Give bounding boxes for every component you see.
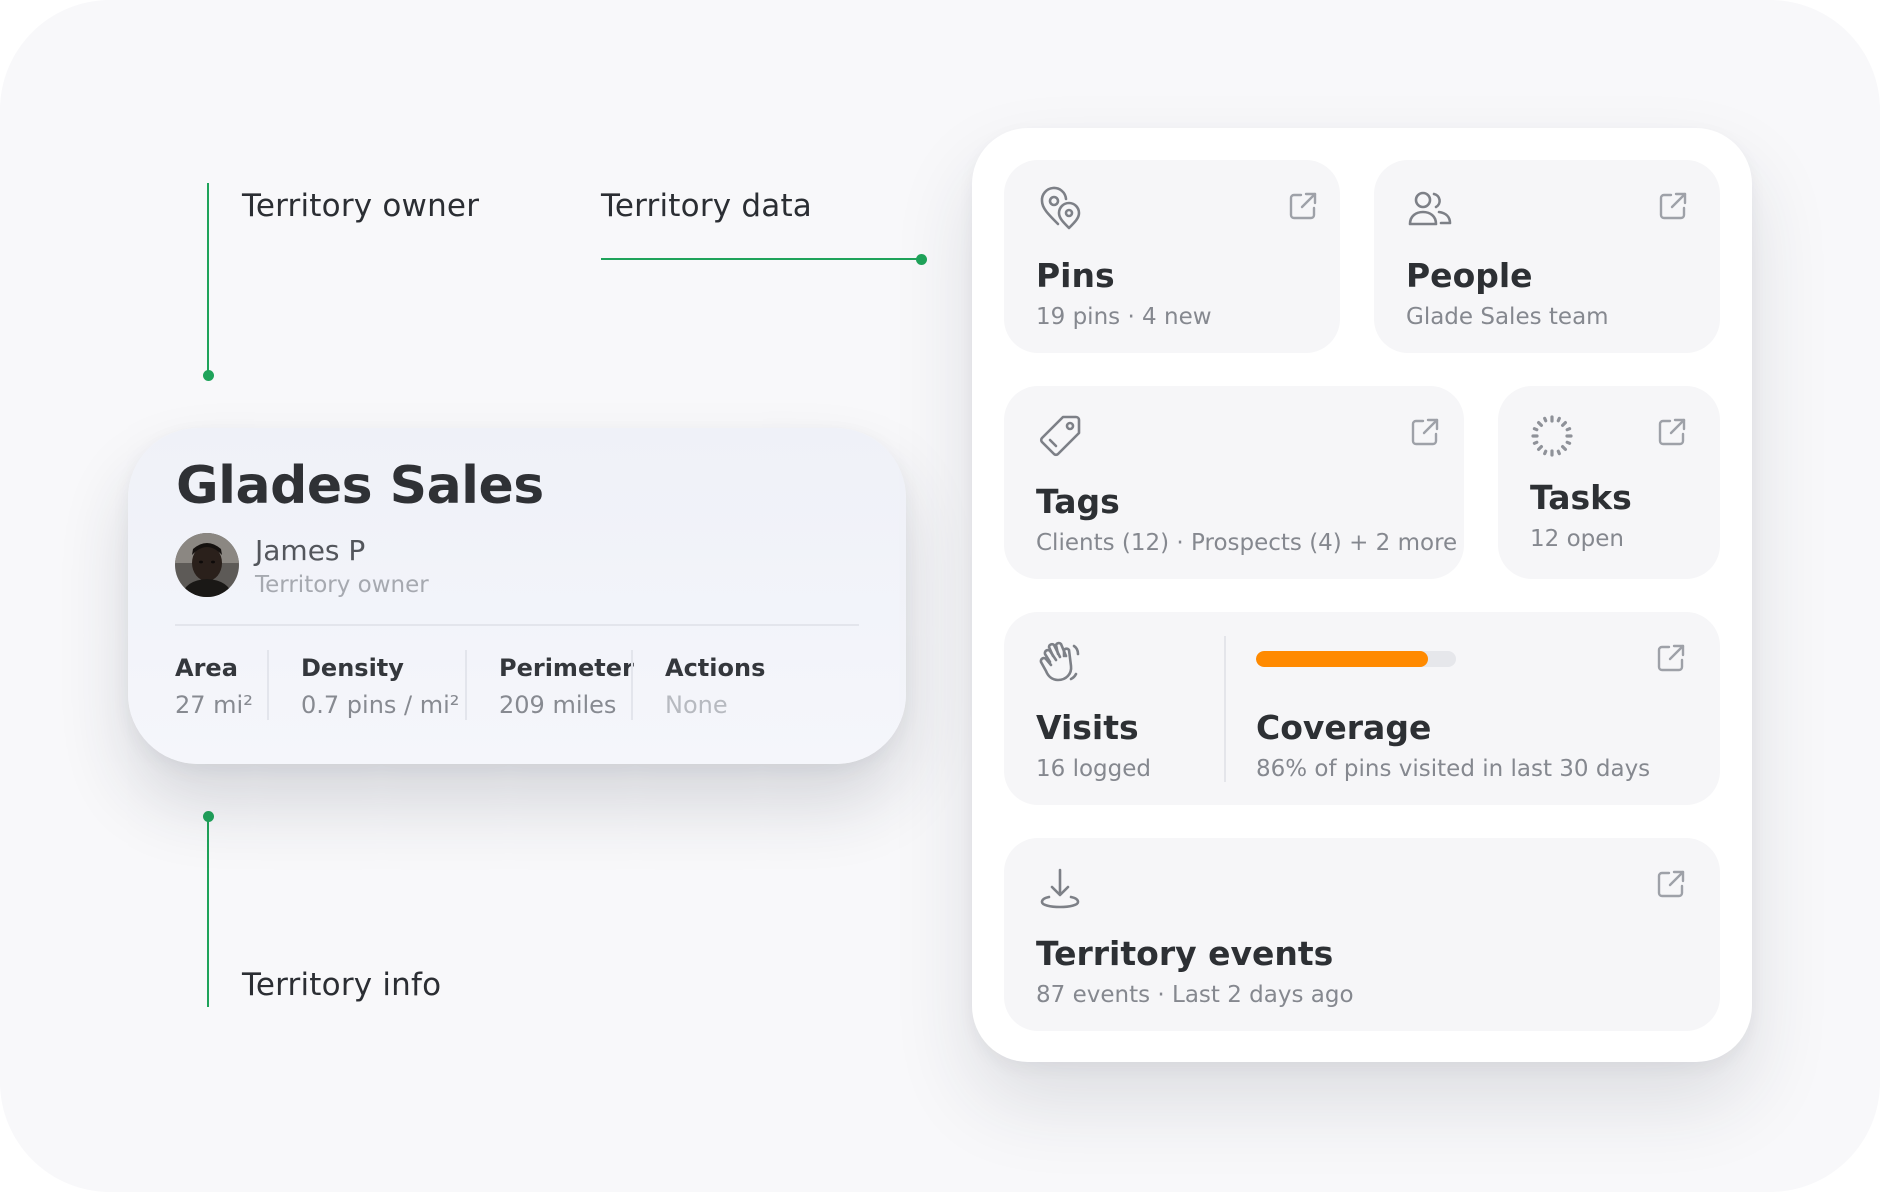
coverage-subtitle: 86% of pins visited in last 30 days (1256, 756, 1651, 782)
stat-label: Actions (665, 654, 766, 682)
owner-role: Territory owner (255, 572, 429, 598)
stat-density: Density 0.7 pins / mi² (301, 654, 459, 719)
stat-label: Density (301, 654, 404, 682)
stat-label: Area (175, 654, 238, 682)
tile-title: Pins (1036, 256, 1115, 295)
stat-area: Area 27 mi² (175, 654, 253, 719)
annotation-territory-data: Territory data (601, 188, 812, 224)
stat-value: 0.7 pins / mi² (301, 691, 460, 719)
coverage-title: Coverage (1256, 708, 1432, 747)
stat-label: Perimeter (499, 654, 634, 682)
stat-value: 27 mi² (175, 691, 253, 719)
tile-subtitle: Clients (12) · Prospects (4) + 2 more (1036, 530, 1458, 556)
annotation-territory-owner: Territory owner (242, 188, 480, 224)
external-link-icon[interactable] (1409, 416, 1441, 448)
avatar[interactable] (175, 533, 239, 597)
tag-icon (1036, 412, 1084, 460)
external-link-icon[interactable] (1656, 416, 1688, 448)
stat-separator (465, 650, 467, 720)
coverage-progress-bar (1256, 651, 1456, 667)
tile-visits-coverage[interactable]: Visits 16 logged Coverage 86% of pins vi… (1004, 612, 1720, 805)
external-link-icon[interactable] (1287, 190, 1319, 222)
annotation-territory-info: Territory info (242, 967, 442, 1003)
tile-title: People (1406, 256, 1533, 295)
tile-subtitle: Glade Sales team (1406, 304, 1609, 330)
canvas: Territory owner Territory data Territory… (0, 0, 1880, 1192)
loader-icon (1528, 412, 1576, 460)
tile-territory-events[interactable]: Territory events 87 events · Last 2 days… (1004, 838, 1720, 1031)
stat-perimeter: Perimeter 209 miles (499, 654, 634, 719)
tile-subtitle: 16 logged (1036, 756, 1151, 782)
tile-separator (1224, 636, 1226, 782)
stat-actions[interactable]: Actions None (665, 654, 765, 719)
tile-title: Tags (1036, 482, 1120, 521)
external-link-icon[interactable] (1655, 868, 1687, 900)
waving-hand-icon (1036, 638, 1084, 686)
data-connector-line (601, 258, 921, 260)
tile-title: Tasks (1530, 478, 1632, 517)
tile-subtitle: 12 open (1530, 526, 1624, 552)
owner-connector-line (207, 183, 209, 375)
tile-tags[interactable]: Tags Clients (12) · Prospects (4) + 2 mo… (1004, 386, 1464, 579)
territory-data-panel: Pins 19 pins · 4 new People Glade Sales … (972, 128, 1752, 1062)
tile-subtitle: 19 pins · 4 new (1036, 304, 1212, 330)
data-connector-dot (916, 254, 927, 265)
stat-value: 209 miles (499, 691, 617, 719)
tile-subtitle: 87 events · Last 2 days ago (1036, 982, 1354, 1008)
card-divider (175, 624, 859, 626)
stat-separator (631, 650, 633, 720)
map-pin-pair-icon (1036, 186, 1084, 234)
stat-separator (267, 650, 269, 720)
tile-tasks[interactable]: Tasks 12 open (1498, 386, 1720, 579)
tile-title: Territory events (1036, 934, 1334, 973)
coverage-progress-fill (1256, 651, 1428, 667)
territory-title: Glades Sales (176, 456, 544, 516)
owner-name: James P (255, 534, 366, 567)
external-link-icon[interactable] (1657, 190, 1689, 222)
tile-title: Visits (1036, 708, 1139, 747)
territory-info-card[interactable]: Glades Sales James P Territory owner Are… (128, 428, 906, 764)
info-connector-line (207, 815, 209, 1007)
download-icon (1036, 864, 1084, 912)
stat-value: None (665, 691, 728, 719)
owner-connector-dot (203, 370, 214, 381)
people-icon (1406, 186, 1454, 234)
external-link-icon[interactable] (1655, 642, 1687, 674)
tile-pins[interactable]: Pins 19 pins · 4 new (1004, 160, 1340, 353)
tile-people[interactable]: People Glade Sales team (1374, 160, 1720, 353)
